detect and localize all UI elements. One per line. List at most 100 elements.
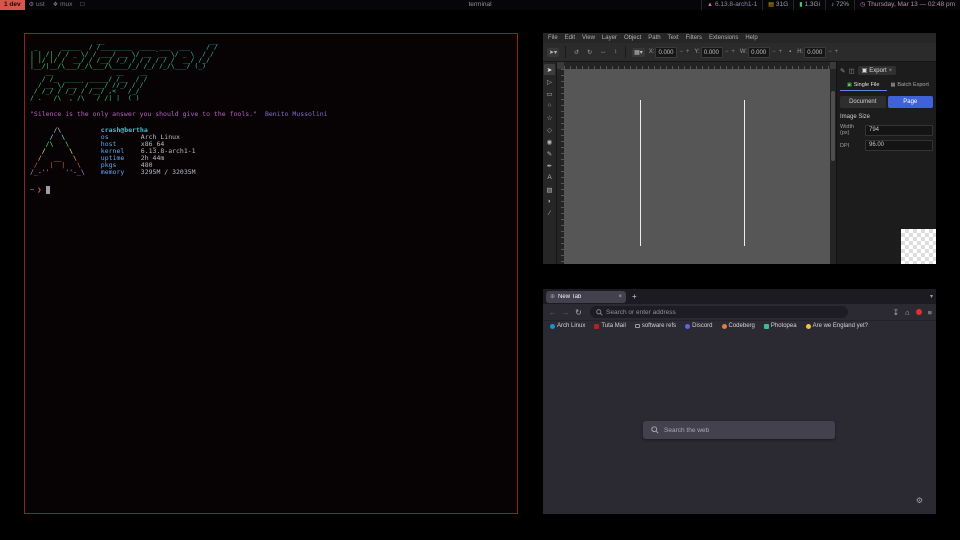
tool-options-toolbar: ➤▾ ↺ ↻ ↔ ↕ ▦▾ X: 0.000 − + Y: 0.000 − + … [543,43,936,62]
document-button[interactable]: Document [840,96,886,108]
menu-text[interactable]: Text [668,35,679,41]
increment-button[interactable]: + [778,49,784,55]
shell-prompt[interactable]: ~ ❯ [30,186,512,194]
box3d-tool-icon[interactable]: ◇ [544,124,555,135]
align-dropdown[interactable]: ▦▾ [632,48,645,57]
flip-horizontal-icon[interactable]: ↔ [598,49,608,55]
bookmark-folder-software-refs[interactable]: software refs [635,323,676,329]
bookmark-codeberg[interactable]: Codeberg [722,323,755,329]
node-tool-icon[interactable]: ▷ [544,76,555,87]
bookmark-label: Tuta Mail [601,323,625,329]
pen-tool-icon[interactable]: ✒ [544,160,555,171]
export-dpi-input[interactable]: 96.00 [865,140,933,151]
personalize-gear-icon[interactable]: ⚙ [916,496,923,505]
export-scope-buttons: Document Page [840,96,933,108]
selection-mode-button[interactable]: ➤▾ [547,48,559,57]
dropper-tool-icon[interactable]: ◗ [544,196,555,207]
pencil-tool-icon[interactable]: ✎ [544,148,555,159]
ellipse-tool-icon[interactable]: ○ [544,100,555,111]
extension-icon[interactable] [916,309,922,315]
height-field: H: 0.000 − + [797,47,839,58]
rotate-cw-icon[interactable]: ↻ [585,49,594,56]
tab-batch-export[interactable]: ▦ Batch Export [887,82,934,90]
export-width-input[interactable]: 794 [865,125,933,136]
star-tool-icon[interactable]: ☆ [544,112,555,123]
h-input[interactable]: 0.000 [804,47,826,58]
terminal-window[interactable]: __ __ _ _____ / /________ ____ ___ ___ /… [24,33,518,514]
scrollbar-thumb[interactable] [831,91,835,161]
fortune-quote: "Silence is the only answer you should g… [30,110,512,118]
menu-filters[interactable]: Filters [686,35,702,41]
forward-button[interactable]: → [560,308,571,317]
bookmark-discord[interactable]: Discord [685,323,712,329]
favicon [550,324,555,329]
focused-window-title: terminal [0,0,960,10]
bookmark-tuta-mail[interactable]: Tuta Mail [594,323,625,329]
selector-tool-icon[interactable]: ➤ [544,64,555,75]
menu-path[interactable]: Path [648,35,660,41]
bookmark-are-we-england-yet[interactable]: Are we England yet? [806,323,868,329]
rectangle-tool-icon[interactable]: ▭ [544,88,555,99]
bookmark-photopea[interactable]: Photopea [764,323,797,329]
tab-single-file[interactable]: ▣ Single File [840,82,887,91]
active-tab[interactable]: ⊕ New Tab × [546,291,626,303]
browser-nav-bar: ← → ↻ Search or enter address ↧ ⌂ ≡ [543,304,936,320]
field-label: H: [797,49,803,55]
w-input[interactable]: 0.000 [748,47,770,58]
flip-vertical-icon[interactable]: ↕ [612,49,619,55]
close-tab-icon[interactable]: × [618,294,622,300]
increment-button[interactable]: + [730,49,736,55]
tab-title: New Tab [558,294,615,300]
export-dock-tab[interactable]: ▣ Export × [858,66,897,75]
measure-tool-icon[interactable]: ∕ [544,208,555,219]
menu-layer[interactable]: Layer [602,35,617,41]
x-input[interactable]: 0.000 [655,47,677,58]
menu-icon[interactable]: ≡ [928,308,932,317]
favicon [764,324,769,329]
new-tab-button[interactable]: + [632,292,637,301]
favicon [722,324,727,329]
menu-object[interactable]: Object [624,35,641,41]
web-search-box[interactable]: Search the web [643,421,835,439]
favicon [594,324,599,329]
canvas-area [557,62,836,264]
bookmark-arch-linux[interactable]: Arch Linux [550,323,585,329]
status-bar: 1 dev ⚙ ust ❖ mux □ terminal ▲ 6.13.8-ar… [0,0,960,10]
dock-tab-bar: ✎ ◫ ▣ Export × [840,64,933,77]
y-coordinate-field: Y: 0.000 − + [695,47,736,58]
menu-help[interactable]: Help [745,35,757,41]
text-tool-icon[interactable]: A [544,172,555,183]
y-input[interactable]: 0.000 [701,47,723,58]
menu-file[interactable]: File [548,35,558,41]
menu-extensions[interactable]: Extensions [709,35,738,41]
edit-dock-icon[interactable]: ✎ [840,67,845,75]
page-button[interactable]: Page [888,96,934,108]
fetch-row: memory3295M / 32035M [101,169,196,176]
gradient-tool-icon[interactable]: ▨ [544,184,555,195]
lock-ratio-icon[interactable]: ▪ [787,49,793,55]
menu-view[interactable]: View [582,35,595,41]
decrement-button[interactable]: − [827,49,833,55]
spiral-tool-icon[interactable]: ◉ [544,136,555,147]
export-dock: ✎ ◫ ▣ Export × ▣ Single File ▦ Ba [836,62,936,264]
rotate-ccw-icon[interactable]: ↺ [572,49,581,56]
decrement-button[interactable]: − [678,49,684,55]
close-icon[interactable]: × [889,68,893,74]
bookmark-label: Discord [692,323,712,329]
downloads-icon[interactable]: ↧ [893,308,899,317]
objects-dock-icon[interactable]: ◫ [848,67,854,75]
increment-button[interactable]: + [685,49,691,55]
reload-button[interactable]: ↻ [573,308,584,317]
decrement-button[interactable]: − [724,49,730,55]
back-button[interactable]: ← [547,308,558,317]
home-icon[interactable]: ⌂ [905,308,910,317]
list-tabs-icon[interactable]: ▾ [930,293,933,300]
page-border-left [640,100,641,246]
increment-button[interactable]: + [834,49,840,55]
export-mode-tabs: ▣ Single File ▦ Batch Export [840,80,933,92]
decrement-button[interactable]: − [771,49,777,55]
menu-edit[interactable]: Edit [565,35,575,41]
width-row: Width (px) 794 [840,124,933,136]
address-bar[interactable]: Search or enter address [590,306,848,318]
inkscape-canvas[interactable] [564,69,830,264]
